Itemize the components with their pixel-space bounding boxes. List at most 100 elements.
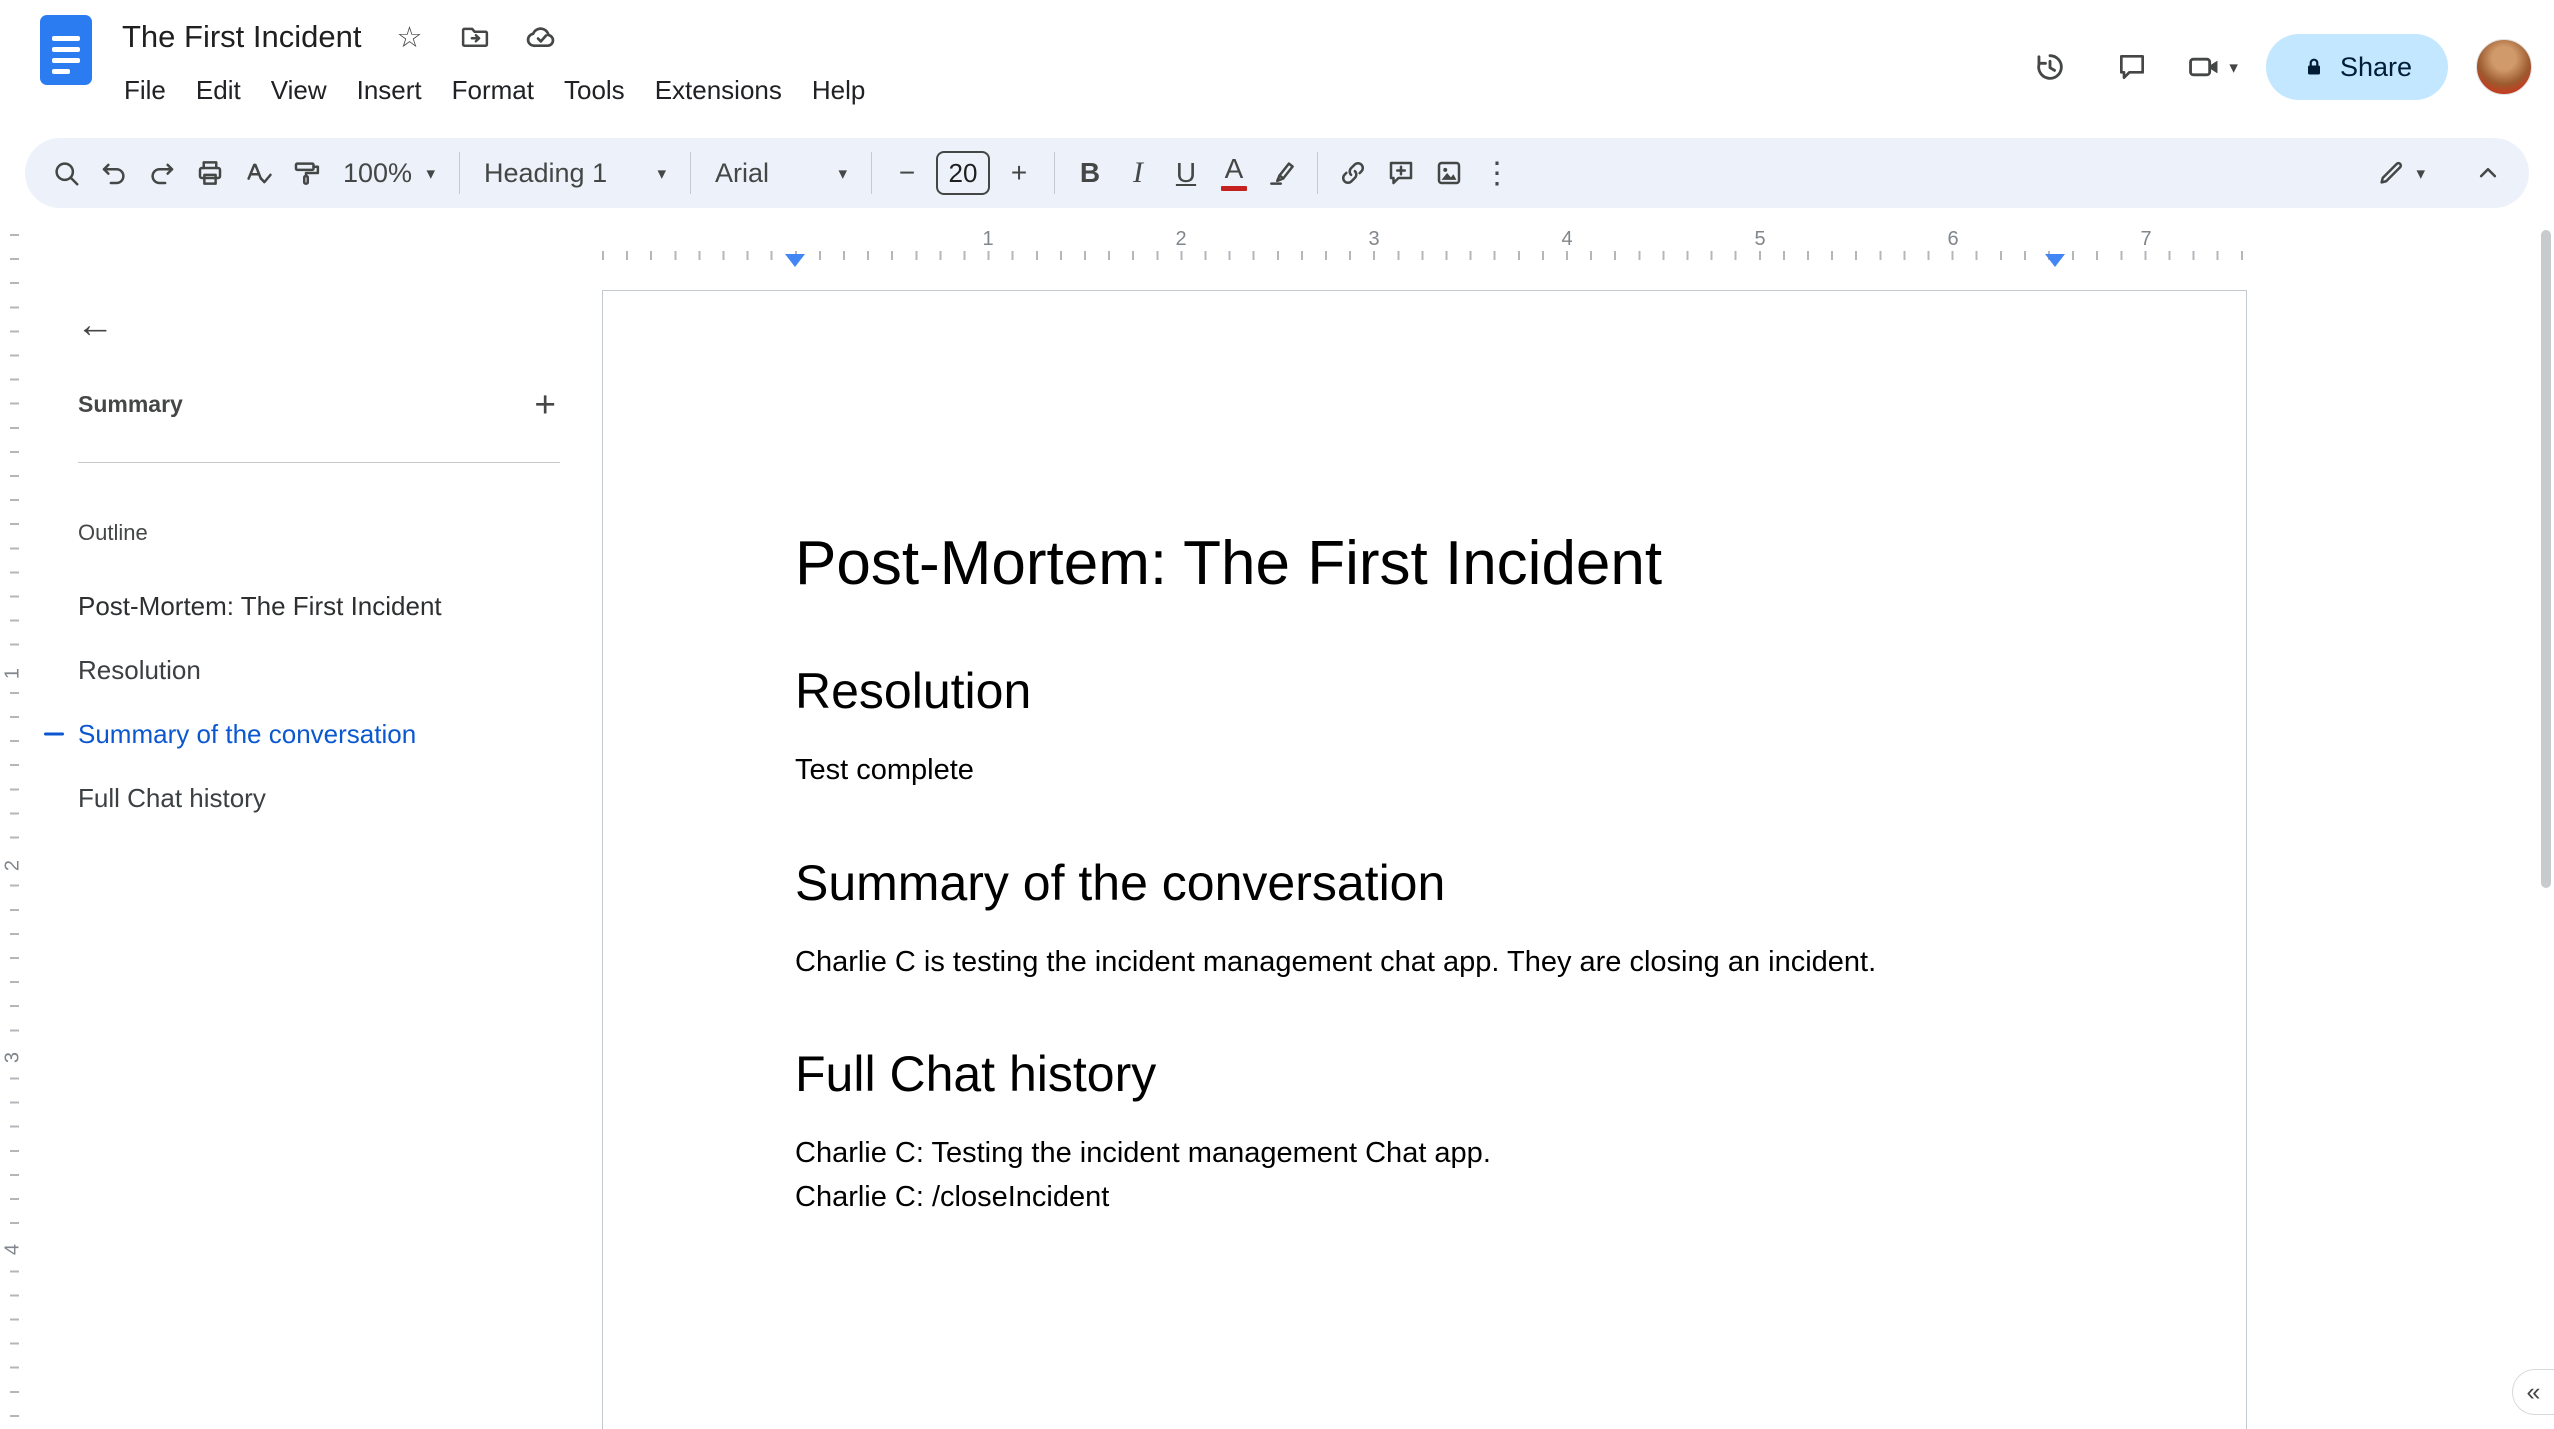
outline-item-post-mortem[interactable]: Post-Mortem: The First Incident	[28, 574, 582, 638]
outline-item-summary-of-conversation[interactable]: Summary of the conversation	[28, 702, 582, 766]
chevron-down-icon: ▾	[2229, 57, 2238, 77]
zoom-select[interactable]: 100% ▾	[331, 150, 447, 196]
doc-title-heading[interactable]: Post-Mortem: The First Incident	[795, 527, 2056, 601]
style-value: Heading 1	[484, 157, 608, 188]
back-arrow-icon: ←	[76, 303, 114, 346]
doc-heading[interactable]: Resolution	[795, 661, 2056, 721]
paint-format-button[interactable]	[283, 150, 329, 196]
increase-font-size-button[interactable]: +	[996, 150, 1042, 196]
doc-paragraph[interactable]: Charlie C is testing the incident manage…	[795, 941, 2056, 985]
more-options-button[interactable]: ⋮	[1474, 150, 1520, 196]
menu-edit[interactable]: Edit	[184, 70, 253, 111]
document-title[interactable]: The First Incident	[122, 19, 361, 55]
toolbar-divider	[690, 152, 691, 194]
text-color-letter: A	[1224, 153, 1244, 184]
move-folder-icon[interactable]	[457, 19, 493, 55]
add-comment-button[interactable]	[1378, 150, 1424, 196]
outline-heading: Outline	[78, 520, 148, 545]
underline-button[interactable]: U	[1163, 150, 1209, 196]
menu-bar: File Edit View Insert Format Tools Exten…	[112, 70, 877, 111]
doc-heading[interactable]: Summary of the conversation	[795, 853, 2056, 913]
docs-logo[interactable]	[40, 15, 92, 85]
font-value: Arial	[715, 157, 770, 188]
share-button[interactable]: Share	[2265, 34, 2448, 100]
menu-tools[interactable]: Tools	[552, 70, 637, 111]
text-color-swatch	[1221, 186, 1247, 191]
current-position-dash	[44, 732, 64, 736]
ruler-track[interactable]: 1 2 3 4 5 6 7	[602, 226, 2247, 267]
hide-menus-button[interactable]	[2465, 150, 2511, 196]
ruler-label: 3	[1, 1042, 25, 1073]
right-indent-marker[interactable]	[2045, 254, 2065, 267]
insert-link-button[interactable]	[1330, 150, 1376, 196]
redo-button[interactable]	[139, 150, 185, 196]
toolbar: 100% ▾ Heading 1 ▾ Arial ▾ − 20 + B I U …	[25, 138, 2529, 208]
ruler-label: 4	[1, 1234, 25, 1265]
logo-line	[52, 47, 80, 52]
toolbar-divider	[1054, 152, 1055, 194]
lock-icon	[2307, 58, 2320, 75]
summary-heading: Summary	[78, 391, 183, 417]
outline-item-label: Post-Mortem: The First Incident	[78, 590, 442, 621]
ruler-label: 4	[1561, 228, 1573, 250]
print-button[interactable]	[187, 150, 233, 196]
outline-item-full-chat-history[interactable]: Full Chat history	[28, 766, 582, 830]
summary-row: Summary +	[78, 384, 564, 425]
menu-insert[interactable]: Insert	[345, 70, 434, 111]
horizontal-ruler: 1 2 3 4 5 6 7	[0, 226, 2554, 267]
link-icon	[1341, 161, 1365, 185]
sidebar-divider	[78, 462, 560, 463]
plus-icon: +	[1010, 157, 1028, 188]
comments-button[interactable]	[2105, 40, 2159, 94]
chevron-down-icon: ▾	[426, 163, 435, 183]
menu-format[interactable]: Format	[440, 70, 546, 111]
pencil-icon	[2380, 162, 2403, 184]
history-icon	[2037, 54, 2064, 80]
doc-section-summary: Summary of the conversation Charlie C is…	[795, 853, 2056, 985]
paragraph-style-select[interactable]: Heading 1 ▾	[472, 150, 678, 196]
insert-image-button[interactable]	[1426, 150, 1472, 196]
decrease-font-size-button[interactable]: −	[884, 150, 930, 196]
doc-section-resolution: Resolution Test complete	[795, 661, 2056, 793]
search-menus-button[interactable]	[43, 150, 89, 196]
italic-button[interactable]: I	[1115, 150, 1161, 196]
menu-help[interactable]: Help	[800, 70, 877, 111]
doc-section-chat-history: Full Chat history Charlie C: Testing the…	[795, 1044, 2056, 1219]
avatar[interactable]	[2476, 39, 2532, 95]
close-outline-button[interactable]: ←	[66, 296, 124, 354]
doc-paragraph[interactable]: Charlie C: Testing the incident manageme…	[795, 1132, 2056, 1176]
menu-extensions[interactable]: Extensions	[643, 70, 794, 111]
text-color-button[interactable]: A	[1211, 150, 1257, 196]
spellcheck-button[interactable]	[235, 150, 281, 196]
undo-button[interactable]	[91, 150, 137, 196]
font-family-select[interactable]: Arial ▾	[703, 150, 859, 196]
cloud-icon	[527, 27, 555, 48]
text-color-icon: A	[1221, 155, 1247, 191]
doc-paragraph[interactable]: Test complete	[795, 749, 2056, 793]
toolbar-divider	[459, 152, 460, 194]
toolbar-divider	[871, 152, 872, 194]
doc-heading[interactable]: Full Chat history	[795, 1044, 2056, 1104]
print-icon	[198, 161, 222, 185]
document-page[interactable]: Post-Mortem: The First Incident Resoluti…	[602, 290, 2247, 1429]
outline-item-resolution[interactable]: Resolution	[28, 638, 582, 702]
scrollbar-thumb[interactable]	[2541, 230, 2551, 888]
add-summary-button[interactable]: +	[526, 384, 564, 425]
editing-mode-select[interactable]: ▾	[2376, 150, 2425, 196]
logo-line	[52, 58, 80, 63]
join-call-button[interactable]: ▾	[2187, 50, 2238, 84]
version-history-button[interactable]	[2023, 40, 2077, 94]
highlight-color-button[interactable]	[1259, 150, 1305, 196]
star-icon[interactable]: ☆	[391, 19, 427, 55]
document-content[interactable]: Post-Mortem: The First Incident Resoluti…	[603, 291, 2246, 1219]
left-indent-marker[interactable]	[785, 254, 805, 267]
show-side-panel-button[interactable]: «	[2512, 1369, 2554, 1415]
font-size-input[interactable]: 20	[936, 151, 990, 195]
cloud-status-icon[interactable]	[523, 19, 559, 55]
doc-paragraph[interactable]: Charlie C: /closeIncident	[795, 1176, 2056, 1220]
bold-button[interactable]: B	[1067, 150, 1113, 196]
spellcheck-icon	[247, 163, 272, 184]
menu-view[interactable]: View	[259, 70, 339, 111]
menu-file[interactable]: File	[112, 70, 178, 111]
italic-icon: I	[1133, 156, 1143, 189]
